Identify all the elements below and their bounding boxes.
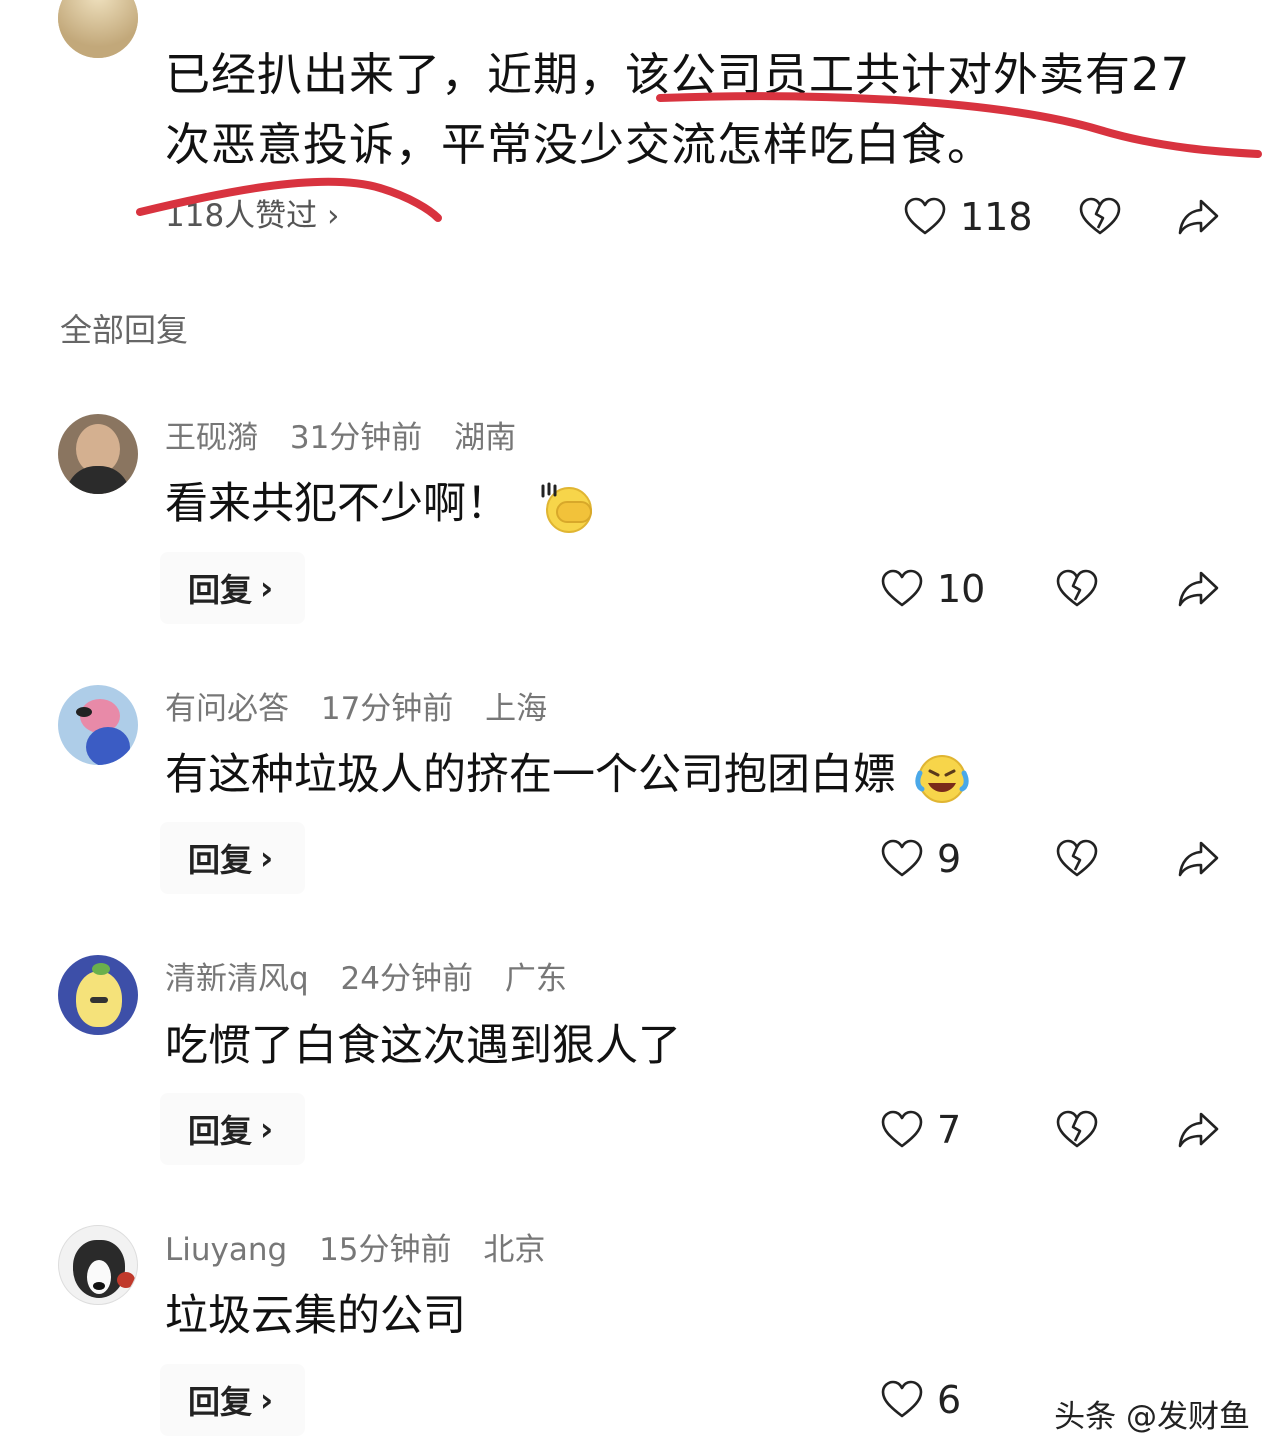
heart-outline-icon[interactable] [880,837,924,881]
reply-location: 广东 [504,961,567,997]
reply-time: 15分钟前 [319,1232,452,1268]
avatar[interactable] [58,955,138,1035]
heart-outline-icon[interactable] [880,567,924,611]
chevron-right-icon: › [260,569,274,607]
reply-time: 24分钟前 [340,961,473,997]
reply-like-count: 7 [937,1108,962,1152]
chevron-right-icon: › [260,1110,274,1148]
reply-like-count: 9 [937,837,962,881]
reply-text: 看来共犯不少啊！ [165,474,597,534]
reply-meta: 有问必答 17分钟前 上海 [165,687,569,731]
reply-author-name[interactable]: 王砚漪 [165,420,258,456]
avatar[interactable] [58,685,138,765]
reply-meta: 清新清风q 24分钟前 广东 [165,957,589,1001]
reply-text-content: 有这种垃圾人的挤在一个公司抱团白嫖 [165,750,896,800]
reply-author-name[interactable]: Liuyang [165,1232,287,1268]
avatar[interactable] [58,1225,138,1305]
reply-text: 垃圾云集的公司 [165,1291,466,1341]
reply-meta: 王砚漪 31分钟前 湖南 [165,416,538,460]
red-underline-annotation [136,92,1262,222]
reply-time: 31分钟前 [289,420,423,456]
reply-author-name[interactable]: 清新清风q [165,961,309,997]
facepalm-emoji-icon [541,482,592,533]
crying-laughing-emoji-icon [915,754,969,803]
avatar[interactable] [58,414,138,494]
broken-heart-icon[interactable] [1055,837,1099,881]
reply-button-label: 回复 [188,571,253,609]
watermark: 头条 @发财鱼 [1054,1399,1250,1435]
share-arrow-icon[interactable] [1176,1108,1220,1152]
reply-button[interactable]: 回复 › [160,1364,305,1436]
reply-button[interactable]: 回复 › [160,1093,305,1165]
reply-author-name[interactable]: 有问必答 [165,691,289,727]
reply-time: 17分钟前 [320,691,454,727]
reply-meta: Liuyang 15分钟前 北京 [165,1228,567,1272]
reply-button-label: 回复 [188,841,253,879]
reply-location: 上海 [485,691,548,727]
reply-text-content: 看来共犯不少啊！ [165,479,509,529]
reply-button-label: 回复 [188,1383,253,1421]
reply-text: 有这种垃圾人的挤在一个公司抱团白嫖 [165,745,972,805]
chevron-right-icon: › [260,839,274,877]
all-replies-title: 全部回复 [60,311,189,349]
reply-button[interactable]: 回复 › [160,822,305,894]
reply-like-count: 10 [937,567,986,611]
share-arrow-icon[interactable] [1176,837,1220,881]
reply-location: 湖南 [454,420,517,456]
chevron-right-icon: › [260,1381,274,1419]
reply-text: 吃惯了白食这次遇到狠人了 [165,1021,681,1071]
reply-location: 北京 [483,1232,546,1268]
reply-button[interactable]: 回复 › [160,552,305,624]
broken-heart-icon[interactable] [1055,567,1099,611]
heart-outline-icon[interactable] [880,1378,924,1422]
broken-heart-icon[interactable] [1055,1108,1099,1152]
reply-like-count: 6 [937,1378,962,1422]
share-arrow-icon[interactable] [1176,567,1220,611]
reply-button-label: 回复 [188,1112,253,1150]
heart-outline-icon[interactable] [880,1108,924,1152]
